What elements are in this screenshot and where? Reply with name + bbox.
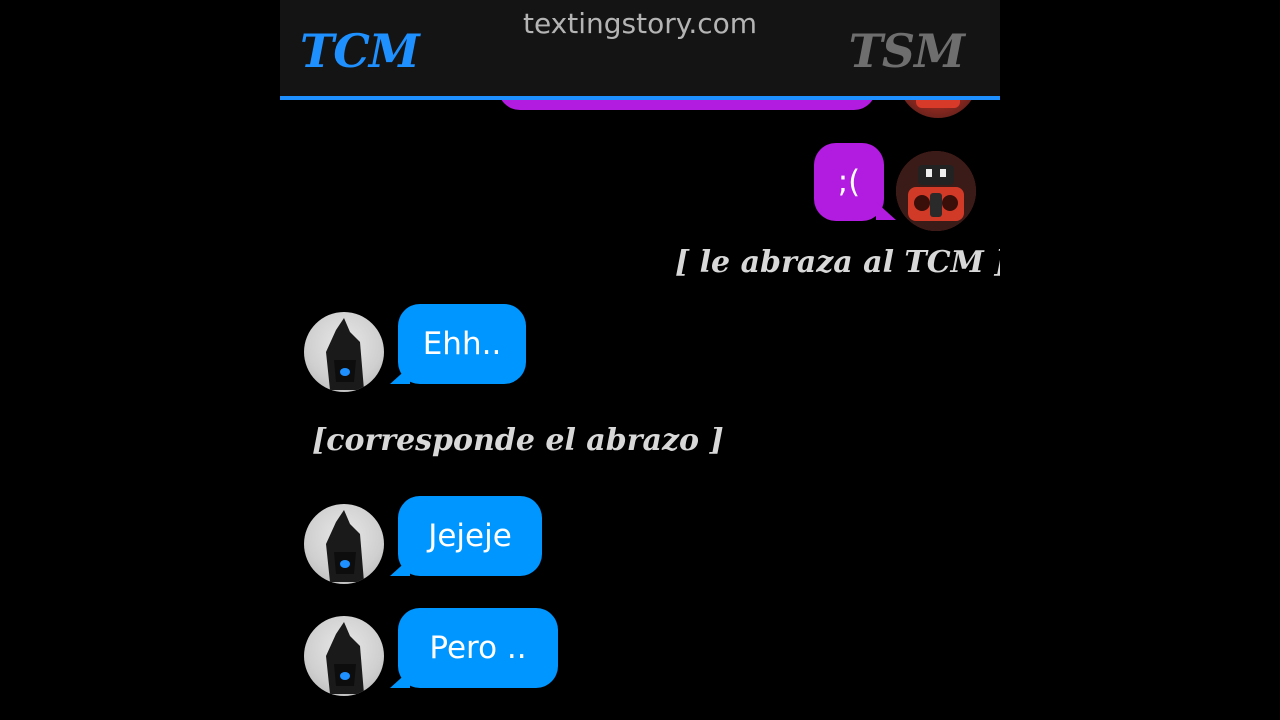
tcm-avatar-icon [304,616,384,696]
contact-name-left: TCM [300,24,420,78]
message-text: Pero .. [429,630,527,666]
action-text: [ le abraza al TCM ] [675,245,1000,280]
tsm-avatar-icon [896,151,976,231]
chat-header: textingstory.com TCM TSM [280,0,1000,100]
message-bubble-incoming: Jejeje [398,496,542,576]
tcm-avatar-icon [304,312,384,392]
message-text: Jejeje [428,518,512,554]
bubble-tail [876,202,896,220]
message-bubble-outgoing: ;( [814,143,884,221]
action-text: [corresponde el abrazo ] [312,423,724,458]
message-text: Ehh.. [422,326,502,362]
contact-name-right: TSM [848,24,965,78]
message-text: ;( [837,164,861,200]
message-bubble-incoming: Pero .. [398,608,558,688]
chat-screen: textingstory.com TCM TSM ;( [ le abraza … [280,0,1000,720]
message-bubble-incoming: Ehh.. [398,304,526,384]
tcm-avatar-icon [304,504,384,584]
